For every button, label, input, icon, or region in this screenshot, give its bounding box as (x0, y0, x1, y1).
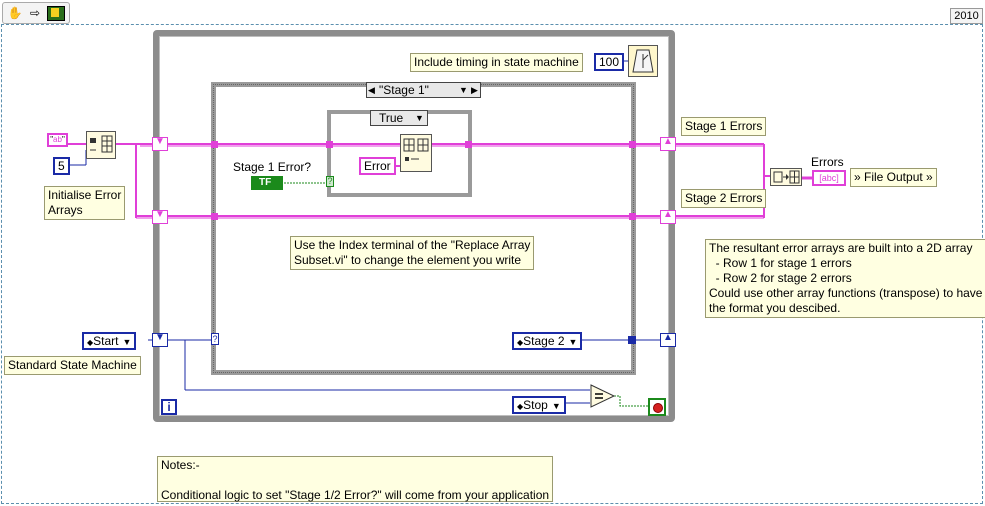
init-note: Initialise Error Arrays (44, 186, 126, 220)
array-size-constant[interactable]: 5 (53, 157, 70, 175)
build-array-vi[interactable] (770, 168, 802, 186)
error-string-constant[interactable]: Error (359, 157, 396, 175)
initialize-array-vi[interactable] (86, 131, 116, 159)
inner-case-selector-terminal[interactable]: ? (326, 176, 334, 187)
tunnel-inner-left (326, 141, 333, 148)
bottom-note: Notes:- Conditional logic to set "Stage … (157, 456, 553, 502)
shift-register-left-top[interactable]: ▼ (152, 136, 168, 151)
tunnel-case-left-top (211, 141, 218, 148)
errors-indicator-label: [abc] (819, 173, 839, 183)
tunnel-state-right (628, 336, 636, 344)
replace-note: Use the Index terminal of the "Replace A… (290, 236, 535, 270)
iteration-terminal-label: i (167, 400, 171, 414)
inner-case-selector[interactable]: True ▼ (370, 110, 428, 126)
tunnel-case-right-bottom (629, 213, 636, 220)
case-selector-dropdown-icon[interactable]: ▼ (459, 83, 468, 97)
start-enum-constant[interactable]: ◆Start ▼ (82, 332, 137, 350)
case-selector-next-icon[interactable]: ▶ (471, 83, 478, 97)
stop-enum-value: Stop (523, 398, 548, 412)
timing-note: Include timing in state machine (410, 53, 583, 72)
loop-condition-stop-icon[interactable] (648, 398, 666, 416)
tunnel-case-right-top (629, 141, 636, 148)
stage1-error-boolean[interactable]: TF (251, 176, 283, 190)
tunnel-inner-right (465, 141, 472, 148)
start-enum-dropdown-icon[interactable]: ▼ (123, 335, 132, 349)
shift-register-right-state[interactable]: ▲ (660, 332, 676, 347)
inner-case-dropdown-icon[interactable]: ▼ (415, 111, 424, 125)
iteration-terminal: i (161, 399, 177, 415)
shift-register-right-bottom[interactable]: ▲ (660, 209, 676, 224)
errors-indicator[interactable]: [abc] (812, 170, 846, 186)
string-array-constant[interactable]: "ab" (47, 133, 68, 147)
wait-ms-icon[interactable] (628, 45, 658, 77)
case-selector-value: "Stage 1" (379, 83, 429, 97)
file-output-label: » File Output » (850, 168, 937, 187)
replace-array-subset-vi[interactable] (400, 134, 432, 172)
tf-terminal-label: TF (259, 177, 272, 188)
equal-comparison-icon[interactable] (590, 384, 616, 408)
stage1-errors-label: Stage 1 Errors (681, 117, 767, 136)
result-note: The resultant error arrays are built int… (705, 239, 985, 318)
start-enum-value: Start (93, 334, 119, 348)
case-selector[interactable]: ◀ "Stage 1" ▼ ▶ (366, 82, 481, 98)
stage1-error-label: Stage 1 Error? (233, 160, 312, 174)
state-machine-note: Standard State Machine (4, 356, 141, 375)
case-selector-prev-icon[interactable]: ◀ (368, 83, 375, 97)
tunnel-case-left-bottom (211, 213, 218, 220)
stop-enum-dropdown-icon[interactable]: ▼ (552, 399, 561, 413)
stage2-enum-value: Stage 2 (523, 334, 565, 348)
shift-register-left-state[interactable]: ▼ (152, 332, 168, 347)
case-selector-terminal[interactable]: ? (211, 333, 219, 345)
stop-enum-constant[interactable]: ◆Stop ▼ (512, 396, 566, 414)
inner-case-selector-value: True (379, 111, 404, 125)
errors-label: Errors (811, 155, 844, 169)
stage2-errors-label: Stage 2 Errors (681, 189, 767, 208)
shift-register-left-bottom[interactable]: ▼ (152, 209, 168, 224)
stage2-enum-dropdown-icon[interactable]: ▼ (569, 335, 578, 349)
shift-register-right-top[interactable]: ▲ (660, 136, 676, 151)
stage2-enum-constant[interactable]: ◆Stage 2 ▼ (512, 332, 583, 350)
timing-constant[interactable]: 100 (594, 53, 625, 71)
